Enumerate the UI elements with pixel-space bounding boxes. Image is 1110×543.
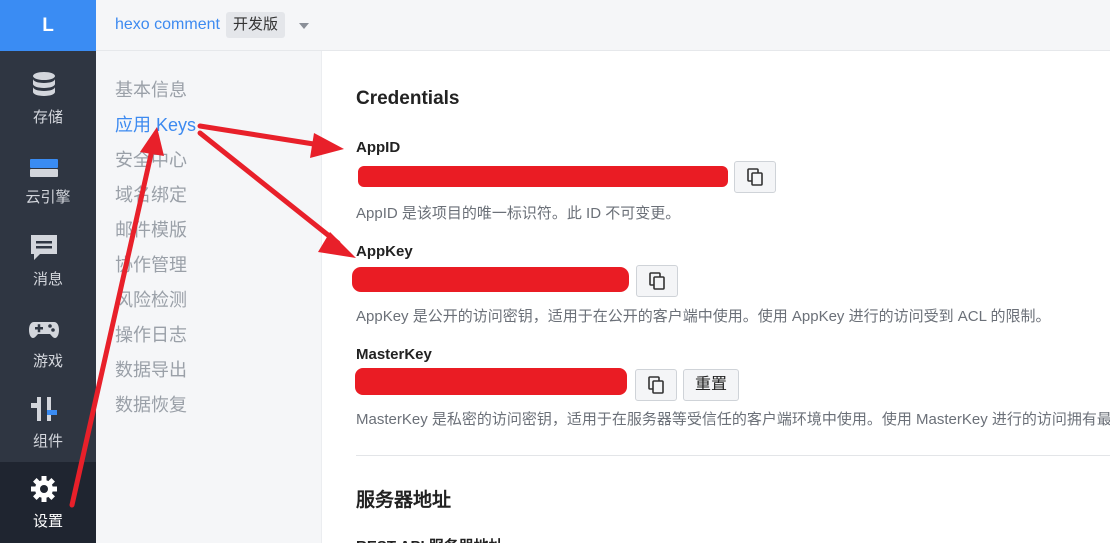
- database-icon: [33, 72, 55, 96]
- cloud-engine-icon: [30, 159, 58, 177]
- app-name-link[interactable]: hexo comment: [115, 16, 220, 34]
- rail-item-label: 云引擎: [25, 189, 71, 206]
- copy-icon: [648, 376, 664, 394]
- subnav-item-data-export[interactable]: 数据导出: [115, 356, 187, 382]
- rail-item-label: 游戏: [32, 353, 63, 370]
- settings-subnav: 基本信息 应用 Keys 安全中心 域名绑定 邮件模版 协作管理 风险检测 操作…: [96, 51, 322, 543]
- subnav-item-risk-detection[interactable]: 风险检测: [115, 286, 187, 312]
- copy-icon: [649, 272, 665, 290]
- gear-icon: [31, 476, 57, 502]
- subnav-item-email-templates[interactable]: 邮件模版: [115, 216, 187, 242]
- rail-item-settings[interactable]: 设置: [0, 462, 96, 543]
- appkey-label: AppKey: [356, 243, 413, 260]
- gamepad-icon: [29, 322, 59, 338]
- copy-appkey-button[interactable]: [636, 265, 678, 297]
- rail-item-game[interactable]: 游戏: [0, 302, 96, 382]
- subnav-item-basic-info[interactable]: 基本信息: [115, 76, 187, 102]
- appid-label: AppID: [356, 139, 401, 156]
- rail-item-label: 组件: [32, 433, 63, 450]
- subnav-item-security[interactable]: 安全中心: [115, 146, 187, 172]
- server-address-title: 服务器地址: [356, 490, 452, 511]
- subnav-item-app-keys[interactable]: 应用 Keys: [115, 111, 196, 137]
- appid-value-redacted: [358, 166, 728, 187]
- copy-masterkey-button[interactable]: [635, 369, 677, 401]
- subnav-item-domain[interactable]: 域名绑定: [115, 181, 187, 207]
- masterkey-value-redacted: [355, 368, 627, 395]
- copy-icon: [747, 168, 763, 186]
- credentials-title: Credentials: [356, 88, 460, 109]
- appkey-help-text: AppKey 是公开的访问密钥，适用于在公开的客户端中使用。使用 AppKey …: [356, 308, 1051, 325]
- rest-api-label: REST API 服务器地址: [356, 535, 504, 543]
- rail-item-storage[interactable]: 存储: [0, 58, 96, 138]
- rail-item-label: 消息: [32, 271, 63, 288]
- rail-item-label: 设置: [32, 513, 63, 530]
- top-header: hexo comment 开发版: [96, 0, 1110, 51]
- section-divider: [356, 455, 1110, 456]
- main-content: Credentials AppID AppID 是该项目的唯一标识符。此 ID …: [322, 51, 1110, 543]
- masterkey-label: MasterKey: [356, 346, 432, 363]
- components-icon: [31, 397, 57, 421]
- subnav-item-operation-log[interactable]: 操作日志: [115, 321, 187, 347]
- message-icon: [31, 235, 57, 260]
- subnav-item-data-restore[interactable]: 数据恢复: [115, 391, 187, 417]
- copy-appid-button[interactable]: [734, 161, 776, 193]
- main-nav-rail: L 存储 云引擎 消息 游戏 组件 设置: [0, 0, 96, 543]
- appkey-value-redacted: [352, 267, 629, 292]
- rail-item-message[interactable]: 消息: [0, 220, 96, 300]
- edition-badge: 开发版: [226, 12, 286, 38]
- reset-masterkey-button[interactable]: 重置: [683, 369, 739, 401]
- rail-item-label: 存储: [32, 109, 63, 126]
- masterkey-help-text: MasterKey 是私密的访问密钥，适用于在服务器等受信任的客户端环境中使用。…: [356, 411, 1110, 428]
- rail-item-components[interactable]: 组件: [0, 382, 96, 462]
- rail-item-cloud-engine[interactable]: 云引擎: [0, 138, 96, 218]
- subnav-item-collaboration[interactable]: 协作管理: [115, 251, 187, 277]
- app-logo[interactable]: L: [0, 0, 96, 51]
- chevron-down-icon[interactable]: [299, 23, 309, 29]
- appid-help-text: AppID 是该项目的唯一标识符。此 ID 不可变更。: [356, 205, 681, 222]
